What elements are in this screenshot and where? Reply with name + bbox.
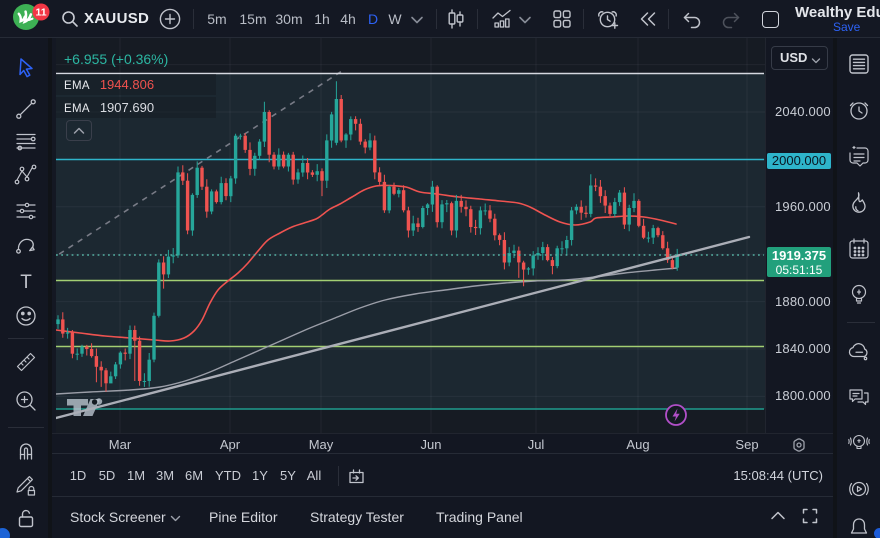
svg-text:11: 11 — [35, 7, 46, 19]
